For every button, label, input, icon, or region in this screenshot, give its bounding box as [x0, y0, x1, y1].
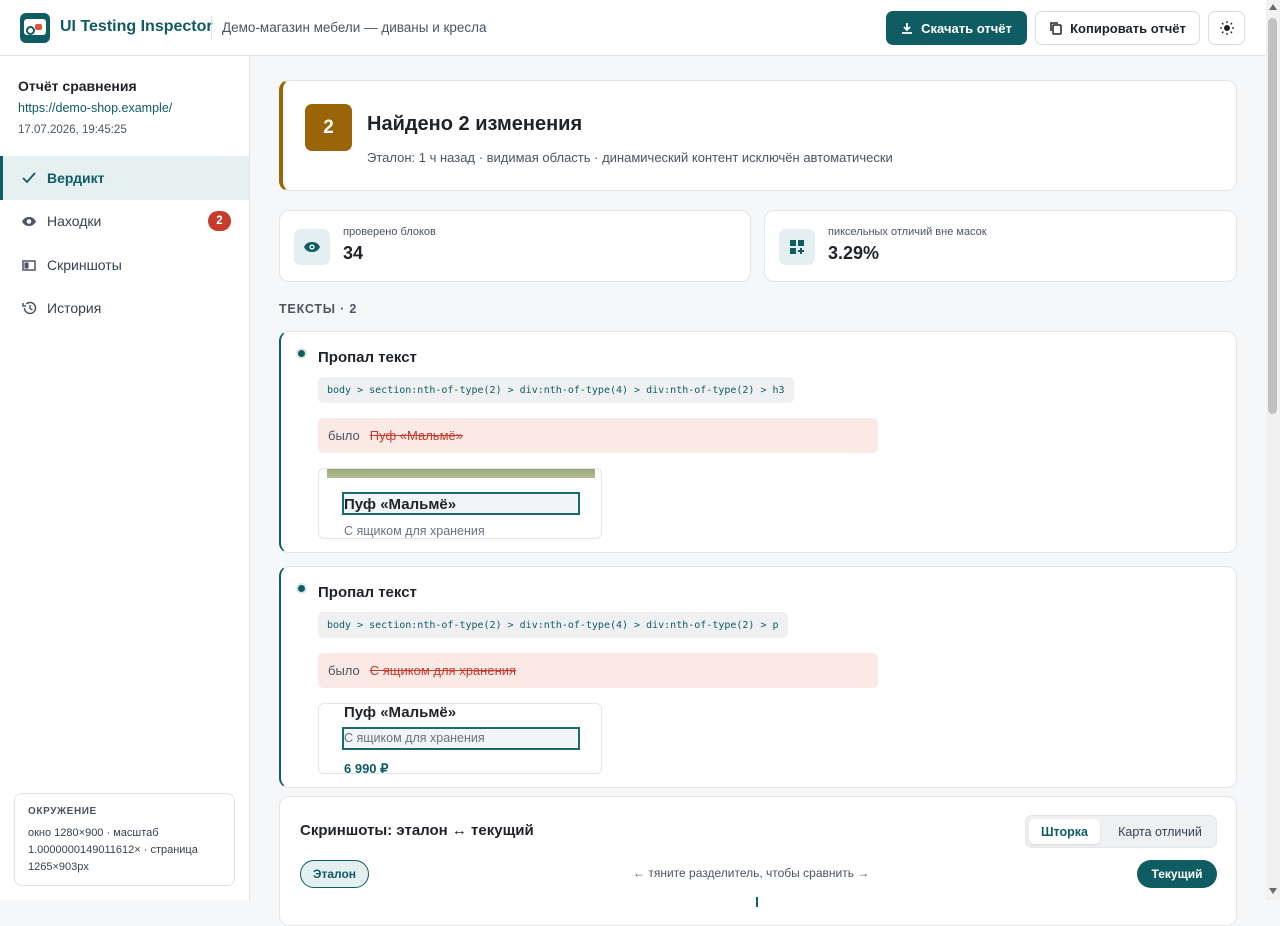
nav-item-label: Находки: [47, 213, 102, 229]
app-logo-icon: [20, 13, 50, 43]
sidebar: Отчёт сравнения https://demo-shop.exampl…: [0, 56, 250, 900]
comparison-divider-handle[interactable]: [756, 897, 758, 907]
view-mode-switch: Шторка Карта отличий: [1025, 815, 1217, 848]
finding-card[interactable]: Пропал текст body > section:nth-of-type(…: [279, 566, 1237, 788]
verdict-card: 2 Найдено 2 изменения Эталон: 1 ч назад …: [279, 80, 1237, 191]
previous-label: было: [328, 428, 360, 443]
finding-thumbnail[interactable]: Пуф «Мальмё» С ящиком для хранения: [318, 468, 602, 539]
report-url-link[interactable]: https://demo-shop.example/: [18, 101, 172, 115]
previous-value-box: было Пуф «Мальмё»: [318, 418, 878, 453]
eye-icon: [294, 229, 330, 265]
nav-item-label: История: [47, 300, 102, 316]
nav-item-findings[interactable]: Находки 2: [0, 199, 249, 243]
screenshots-card: Скриншоты: эталон ↔ текущий Шторка Карта…: [279, 796, 1237, 926]
eye-icon: [20, 212, 38, 230]
findings-count-badge: 2: [208, 211, 231, 231]
baseline-label: Эталон: [300, 860, 369, 888]
finding-marker: [296, 583, 307, 594]
environment-panel: ОКРУЖЕНИЕ окно 1280×900 · масштаб 1.0000…: [14, 793, 235, 886]
thumbnail-text: С ящиком для хранения: [344, 524, 485, 538]
nav-item-history[interactable]: История: [0, 286, 249, 330]
nav-item-screenshots[interactable]: Скриншоты: [0, 243, 249, 287]
css-selector: body > section:nth-of-type(2) > div:nth-…: [318, 612, 788, 638]
css-selector: body > section:nth-of-type(2) > div:nth-…: [318, 377, 794, 403]
nav-item-verdict[interactable]: Вердикт: [0, 156, 249, 200]
screenshots-title: Скриншоты: эталон ↔ текущий: [300, 822, 534, 839]
finding-title: Пропал текст: [318, 584, 417, 601]
scroll-up-arrow-icon[interactable]: [1269, 4, 1277, 10]
check-icon: [20, 169, 38, 187]
finding-marker: [296, 348, 307, 359]
stat-value: 3.29%: [828, 243, 880, 263]
environment-details: окно 1280×900 · масштаб 1.00000001490116…: [28, 827, 198, 873]
tab-diff-map[interactable]: Карта отличий: [1106, 819, 1214, 844]
download-icon: [902, 22, 913, 34]
verdict-subtitle: Эталон: 1 ч назад · видимая область · ди…: [367, 150, 893, 165]
current-label: Текущий: [1137, 860, 1217, 888]
report-date: 17.07.2026, 19:45:25: [18, 124, 127, 136]
stat-card-pixel-diff: пиксельных отличий вне масок 3.29%: [764, 210, 1237, 282]
environment-title: ОКРУЖЕНИЕ: [28, 806, 97, 817]
thumbnail-text: С ящиком для хранения: [344, 731, 485, 745]
product-image-strip: [327, 469, 595, 478]
report-title: Отчёт сравнения: [18, 78, 137, 94]
download-report-button[interactable]: Скачать отчёт: [886, 11, 1027, 45]
previous-value-box: было С ящиком для хранения: [318, 653, 878, 688]
previous-value: Пуф «Мальмё»: [369, 428, 463, 443]
tab-curtain[interactable]: Шторка: [1029, 819, 1100, 844]
previous-value: С ящиком для хранения: [369, 663, 517, 678]
drag-hint: ← тяните разделитель, чтобы сравнить →: [633, 866, 870, 880]
stat-value: 34: [343, 243, 364, 263]
section-heading-texts: ТЕКСТЫ · 2: [279, 302, 358, 316]
nav-item-label: Вердикт: [47, 170, 105, 186]
scrollbar-thumb[interactable]: [1268, 18, 1277, 414]
copy-report-label: Копировать отчёт: [1070, 20, 1186, 36]
theme-toggle-button[interactable]: [1208, 11, 1245, 45]
history-icon: [20, 299, 38, 317]
copy-icon: [1050, 22, 1062, 35]
stat-label: пиксельных отличий вне масок: [828, 226, 987, 238]
dashboard-icon: [779, 229, 815, 265]
top-bar: UI Testing Inspector Демо-магазин мебели…: [0, 0, 1280, 56]
thumbnail-price: 6 990 ₽: [344, 761, 389, 774]
copy-report-button[interactable]: Копировать отчёт: [1035, 11, 1200, 45]
screenshot-icon: [20, 256, 38, 274]
finding-title: Пропал текст: [318, 349, 417, 366]
header-divider: [211, 16, 212, 40]
changes-count-box: 2: [305, 104, 352, 151]
app-name: UI Testing Inspector: [60, 18, 213, 35]
scroll-down-arrow-icon[interactable]: [1269, 888, 1277, 894]
nav-item-label: Скриншоты: [47, 257, 122, 273]
project-name: Демо-магазин мебели — диваны и кресла: [222, 20, 487, 35]
finding-thumbnail[interactable]: Пуф «Мальмё» С ящиком для хранения 6 990…: [318, 703, 602, 774]
download-report-label: Скачать отчёт: [921, 20, 1012, 36]
finding-card[interactable]: Пропал текст body > section:nth-of-type(…: [279, 331, 1237, 553]
stat-label: проверено блоков: [343, 226, 436, 238]
sun-icon: [1219, 21, 1234, 35]
verdict-title: Найдено 2 изменения: [367, 113, 583, 135]
page-scrollbar[interactable]: [1266, 0, 1280, 900]
stat-card-blocks: проверено блоков 34: [279, 210, 751, 282]
thumbnail-heading: Пуф «Мальмё»: [344, 496, 457, 513]
previous-label: было: [328, 663, 360, 678]
thumbnail-heading: Пуф «Мальмё»: [344, 704, 457, 721]
